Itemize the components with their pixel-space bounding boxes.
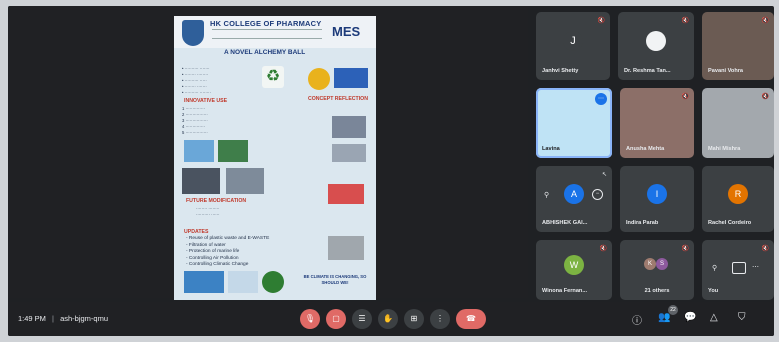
participant-name: You xyxy=(708,288,719,294)
participant-tile[interactable]: 🔇 W Winona Fernan... xyxy=(536,240,612,300)
poster-header: HK COLLEGE OF PHARMACY MES xyxy=(174,16,376,48)
meet-window: HK COLLEGE OF PHARMACY MES A NOVEL ALCHE… xyxy=(8,6,774,336)
participant-tile[interactable]: 🔇 Pavani Vohra xyxy=(702,12,774,80)
poster-footer: BE CLIMATE IS CHANGING, SO SHOULD WE! xyxy=(303,274,367,285)
participant-name: Indira Parab xyxy=(626,220,659,226)
avatar: J xyxy=(563,30,583,51)
poster-section-updates: UPDATES xyxy=(184,229,209,235)
avatar: A xyxy=(564,183,584,204)
mes-logo: MES xyxy=(332,24,361,39)
mic-off-icon: 🔇 xyxy=(761,246,769,252)
meeting-clock: 1:49 PM | ash-bjgm-qmu xyxy=(18,314,109,323)
remove-icon[interactable]: − xyxy=(592,189,603,200)
poster-photo-sun xyxy=(308,68,330,90)
info-icon[interactable]: ⓘ xyxy=(632,312,642,327)
participant-tile[interactable]: 🔇 J Janhvi Shetty xyxy=(536,12,610,80)
mic-off-icon[interactable]: 🎙 xyxy=(300,309,320,329)
avatar: K xyxy=(644,258,656,270)
participant-tile[interactable]: R Rachel Cordeiro xyxy=(702,166,774,232)
participant-name: 21 others xyxy=(644,288,670,294)
poster-innovative-lines: 1 ·············· 2 ················ 3 ··… xyxy=(182,106,208,135)
others-tile[interactable]: 🔇 K S 21 others xyxy=(620,240,694,300)
mic-off-icon: 🔇 xyxy=(681,18,689,24)
poster-intro-lines: • ·········· ······· • ········ ········… xyxy=(182,66,211,95)
poster-concept-photo-4 xyxy=(328,236,364,260)
poster-photo-4 xyxy=(226,168,264,194)
participant-name: Dr. Reshma Tan... xyxy=(624,68,671,74)
hand-icon[interactable]: ✋ xyxy=(378,309,398,329)
avatar: S xyxy=(656,258,668,270)
participant-name: Pavani Vohra xyxy=(708,68,744,74)
shield-icon[interactable]: ⛉ xyxy=(738,312,746,323)
meeting-code: ash-bjgm-qmu xyxy=(60,314,109,323)
presentation-stage: HK COLLEGE OF PHARMACY MES A NOVEL ALCHE… xyxy=(8,6,528,300)
self-tile[interactable]: 🔇 ⚲ ⋯ You xyxy=(702,240,774,300)
participant-name: Anusha Mehta xyxy=(626,146,665,152)
captions-icon[interactable]: ☰ xyxy=(352,309,372,329)
poster-address-lines xyxy=(212,29,322,39)
poster-photo-7 xyxy=(262,271,284,293)
poster-future-lines: ········ ········ ·········· ······ xyxy=(196,206,220,217)
more-icon[interactable]: ⋯ xyxy=(595,93,607,105)
participant-name: Janhvi Shetty xyxy=(542,68,579,74)
poster-photo-ocean xyxy=(334,68,368,88)
poster-section-future: FUTURE MODIFICATION xyxy=(186,198,247,204)
mic-off-icon: 🔇 xyxy=(597,18,605,24)
chat-icon[interactable]: 💬 xyxy=(684,312,696,323)
participant-tile[interactable]: 🔇 Anusha Mehta xyxy=(620,88,694,158)
poster-photo-3 xyxy=(182,168,220,194)
avatar: R xyxy=(728,183,748,204)
activities-icon[interactable]: △ xyxy=(710,312,718,323)
more-icon[interactable]: ⋯ xyxy=(752,263,759,271)
mic-off-icon: 🔇 xyxy=(761,18,769,24)
participant-tile-active[interactable]: ⋯ Lavina xyxy=(536,88,612,158)
participant-name: Mahi Mishra xyxy=(708,146,741,152)
poster-college: HK COLLEGE OF PHARMACY xyxy=(210,19,322,28)
avatar xyxy=(646,30,666,51)
participant-grid: 🔇 J Janhvi Shetty 🔇 Dr. Reshma Tan... 🔇 … xyxy=(536,12,774,300)
participant-name: ABHISHEK GAI... xyxy=(542,220,588,226)
mic-off-icon: 🔇 xyxy=(761,94,769,100)
mic-off-icon: 🔇 xyxy=(681,94,689,100)
poster-photo-2 xyxy=(218,140,248,162)
poster-photo-1 xyxy=(184,140,214,162)
meeting-control-bar: 1:49 PM | ash-bjgm-qmu 🎙 ▢ ☰ ✋ ⊞ ⋮ ☎ ⓘ 👥… xyxy=(8,302,774,336)
recycle-icon: ♻ xyxy=(262,66,284,88)
present-icon[interactable]: ⊞ xyxy=(404,309,424,329)
meeting-time: 1:49 PM xyxy=(18,314,46,323)
shared-poster: HK COLLEGE OF PHARMACY MES A NOVEL ALCHE… xyxy=(174,16,376,300)
pin-icon[interactable]: ⚲ xyxy=(544,191,549,199)
poster-concept-photo-1 xyxy=(332,116,366,138)
poster-photo-6 xyxy=(228,271,258,293)
poster-concept-photo-3 xyxy=(328,184,364,204)
camera-off-icon[interactable] xyxy=(732,262,746,274)
participant-tile[interactable]: ↖ ⚲ A − ABHISHEK GAI... xyxy=(536,166,612,232)
avatar: I xyxy=(647,183,667,204)
camera-off-icon[interactable]: ▢ xyxy=(326,309,346,329)
avatar: W xyxy=(564,255,584,276)
poster-concept-photo-2 xyxy=(332,144,366,162)
cursor-icon: ↖ xyxy=(601,172,607,178)
mic-off-icon: 🔇 xyxy=(599,246,607,252)
poster-section-innovative: INNOVATIVE USE xyxy=(184,98,228,104)
poster-section-concept: CONCEPT REFLECTION xyxy=(308,96,368,102)
end-call-icon[interactable]: ☎ xyxy=(456,309,486,329)
pin-icon[interactable]: ⚲ xyxy=(712,264,717,272)
participant-name: Lavina xyxy=(542,146,560,152)
people-count-badge: 22 xyxy=(668,305,678,315)
participant-tile[interactable]: 🔇 Dr. Reshma Tan... xyxy=(618,12,694,80)
participant-name: Rachel Cordeiro xyxy=(708,220,752,226)
poster-project-title: A NOVEL ALCHEMY BALL xyxy=(224,49,306,56)
participant-tile[interactable]: 🔇 Mahi Mishra xyxy=(702,88,774,158)
poster-update-lines: - Reuse of plastic waste and E-WASTE - F… xyxy=(186,236,270,268)
participant-name: Winona Fernan... xyxy=(542,288,588,294)
participant-tile[interactable]: I Indira Parab xyxy=(620,166,694,232)
more-icon[interactable]: ⋮ xyxy=(430,309,450,329)
college-logo xyxy=(182,20,204,46)
mic-off-icon: 🔇 xyxy=(681,246,689,252)
poster-photo-5 xyxy=(184,271,224,293)
